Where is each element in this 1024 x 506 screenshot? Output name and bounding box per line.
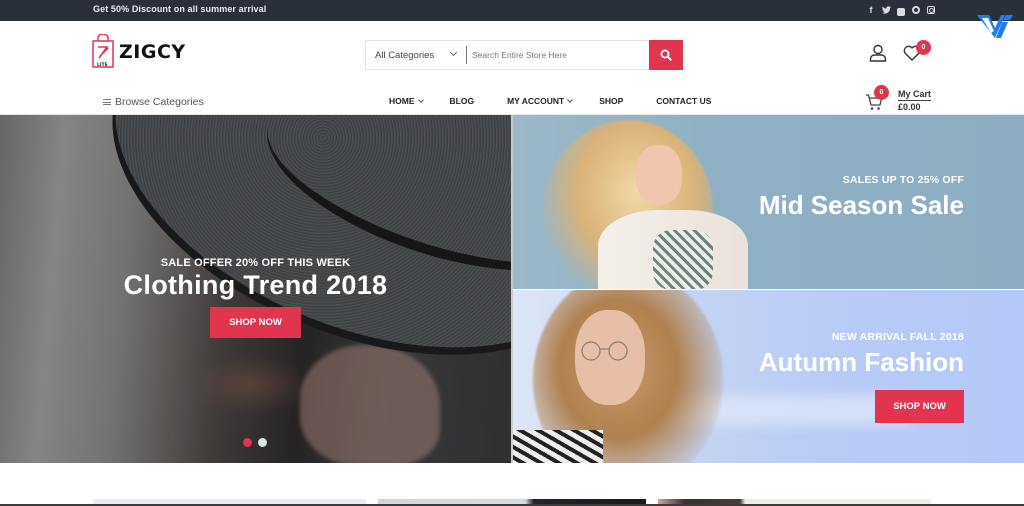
category-select[interactable]: All Categories bbox=[366, 41, 466, 69]
chevron-down-icon bbox=[417, 97, 424, 103]
browse-categories-label: Browse Categories bbox=[115, 96, 204, 108]
chevron-down-icon bbox=[567, 97, 574, 103]
search-button[interactable] bbox=[649, 40, 683, 70]
slide-kicker: SALE OFFER 20% OFF THIS WEEK bbox=[160, 257, 351, 269]
site-logo[interactable]: LITE ZIGCY bbox=[92, 34, 186, 71]
slider-dot-1[interactable] bbox=[243, 438, 252, 447]
nav-item-blog[interactable]: BLOG bbox=[450, 96, 475, 106]
top-bar: Get 50% Discount on all summer arrival f bbox=[0, 0, 1024, 21]
banner-kicker: NEW ARRIVAL FALL 2018 bbox=[831, 331, 964, 343]
cart-label: My Cart bbox=[898, 89, 932, 101]
banner-autumn-fashion: NEW ARRIVAL FALL 2018 Autumn Fashion SHO… bbox=[513, 290, 1024, 463]
banner-mid-season-sale[interactable]: SALES UP TO 25% OFF Mid Season Sale bbox=[513, 115, 1024, 289]
slider-dot-2[interactable] bbox=[258, 438, 267, 447]
browse-categories-toggle[interactable]: Browse Categories bbox=[103, 96, 204, 108]
brand-watermark-icon bbox=[977, 15, 1013, 38]
social-links: f bbox=[866, 3, 936, 17]
nav-item-label: CONTACT US bbox=[656, 96, 712, 106]
chevron-down-icon bbox=[449, 48, 458, 57]
banner-image-blouse bbox=[598, 210, 748, 289]
search-icon bbox=[660, 49, 672, 61]
banner-kicker: SALES UP TO 25% OFF bbox=[842, 174, 964, 186]
logo-text: ZIGCY bbox=[119, 41, 186, 63]
banner-title: Autumn Fashion bbox=[758, 347, 964, 377]
facebook-icon[interactable]: f bbox=[866, 3, 876, 17]
user-account-icon[interactable] bbox=[869, 44, 887, 62]
nav-item-my-account[interactable]: MY ACCOUNT bbox=[507, 96, 574, 106]
nav-item-shop[interactable]: SHOP bbox=[599, 96, 623, 106]
pinterest-icon[interactable] bbox=[911, 3, 921, 17]
slide-shop-now-button[interactable]: SHOP NOW bbox=[210, 307, 301, 338]
logo-sub-text: LITE bbox=[97, 62, 108, 68]
nav-item-label: MY ACCOUNT bbox=[507, 96, 565, 106]
nav-item-label: SHOP bbox=[599, 96, 624, 106]
shopping-bag-logo-icon: LITE bbox=[92, 34, 114, 68]
banner-image-shirt bbox=[513, 430, 603, 463]
category-select-value: All Categories bbox=[375, 49, 435, 61]
youtube-icon[interactable] bbox=[896, 3, 906, 17]
slider-pagination bbox=[243, 438, 267, 447]
nav-item-label: BLOG bbox=[449, 96, 475, 106]
nav-item-label: HOME bbox=[389, 96, 415, 106]
nav-item-contact-us[interactable]: CONTACT US bbox=[656, 96, 711, 106]
twitter-icon[interactable] bbox=[881, 3, 891, 17]
banner-title: Mid Season Sale bbox=[758, 190, 964, 220]
cart-amount: £0.00 bbox=[898, 102, 921, 112]
nav-item-home[interactable]: HOME bbox=[389, 96, 424, 106]
promo-text: Get 50% Discount on all summer arrival bbox=[93, 4, 267, 14]
banner-image-face bbox=[636, 145, 682, 205]
cart-count-badge: 0 bbox=[874, 85, 889, 100]
slide-title: Clothing Trend 2018 bbox=[123, 270, 388, 300]
wishlist-count-badge: 0 bbox=[916, 40, 931, 55]
hero-slider: SALE OFFER 20% OFF THIS WEEK Clothing Tr… bbox=[0, 115, 511, 463]
instagram-icon[interactable] bbox=[926, 3, 936, 17]
search-input[interactable] bbox=[467, 41, 649, 69]
hamburger-icon bbox=[103, 99, 111, 105]
main-navigation: HOME BLOG MY ACCOUNT SHOP CONTACT US bbox=[389, 96, 711, 106]
banner-shop-now-button[interactable]: SHOP NOW bbox=[875, 390, 964, 423]
mini-cart[interactable]: 0 My Cart £0.00 bbox=[864, 85, 936, 115]
search-bar: All Categories bbox=[365, 40, 683, 70]
banner-image-glasses bbox=[581, 341, 628, 361]
